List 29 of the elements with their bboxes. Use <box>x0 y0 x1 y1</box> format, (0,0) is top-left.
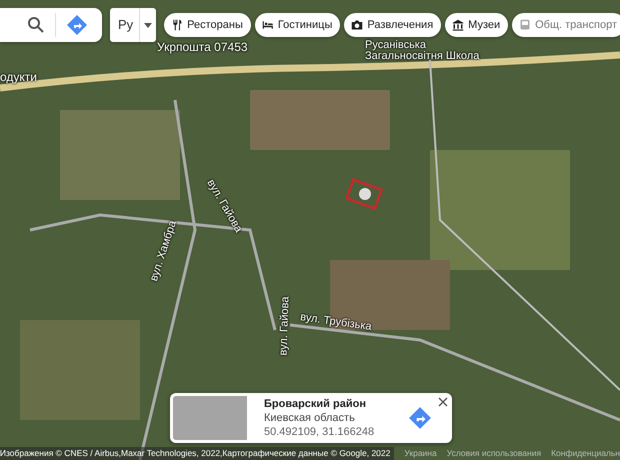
category-chip[interactable]: Гостиницы <box>254 13 340 37</box>
category-chip[interactable]: Рестораны <box>164 13 251 37</box>
camera-icon <box>351 19 364 31</box>
place-region: Киевская область <box>264 412 356 424</box>
museum-icon <box>452 19 464 31</box>
place-label: Русанівська Загальносвітня Школа <box>365 40 480 62</box>
map-attribution: Изображения © CNES / Airbus,Maxar Technologies, 2022,Картографические данные © Google, 2022 <box>0 447 394 460</box>
footer-link[interactable]: Конфиденциальн <box>551 447 620 460</box>
street-label: вул. Гайова <box>277 296 292 356</box>
directions-icon[interactable] <box>66 14 88 36</box>
bed-icon <box>262 19 274 31</box>
coordinates-text: 50.492109, 31.166248 <box>264 426 376 438</box>
search-icon[interactable] <box>27 16 45 34</box>
place-label: одукти <box>0 70 37 84</box>
place-title: Броварский район <box>264 398 367 410</box>
caret-icon <box>144 22 152 28</box>
place-label: Укрпошта 07453 <box>157 40 248 54</box>
category-chip[interactable]: Развлечения <box>344 13 442 37</box>
category-chip[interactable]: Музеи <box>445 13 508 37</box>
search-box[interactable] <box>0 8 102 42</box>
street-label: вул. Трубізька <box>300 311 372 333</box>
fork-knife-icon <box>171 19 184 31</box>
directions-icon[interactable] <box>408 406 432 430</box>
footer-link[interactable]: Украина <box>404 447 437 460</box>
language-dropdown[interactable]: Ру <box>110 8 156 42</box>
bus-icon <box>519 19 532 31</box>
footer-link[interactable]: Условия использования <box>446 447 542 460</box>
close-icon[interactable] <box>438 397 448 407</box>
category-chip[interactable]: Общ. транспорт <box>512 13 620 37</box>
